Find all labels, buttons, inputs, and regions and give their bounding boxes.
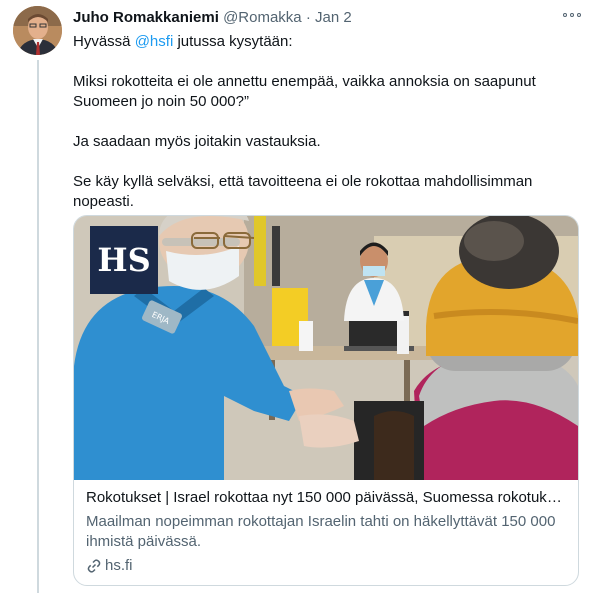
text-segment: jutussa kysytään:: [177, 33, 293, 50]
card-domain[interactable]: hs.fi: [105, 556, 133, 576]
avatar-image: [13, 6, 62, 55]
card-text[interactable]: Rokotukset | Israel rokottaa nyt 150 000…: [86, 488, 566, 576]
card-image[interactable]: ERJA HS: [74, 216, 578, 480]
handle[interactable]: @Romakka: [223, 9, 302, 26]
tweet-paragraph: Miksi rokotteita ei ole annettu enempää,…: [73, 73, 536, 110]
vaccination-photo: ERJA HS: [74, 216, 578, 480]
tweet-paragraph: Hyvässä @hsfi jutussa kysytään:: [73, 32, 578, 52]
tweet-text: Hyvässä @hsfi jutussa kysytään: Miksi ro…: [73, 32, 578, 212]
card-domain-row[interactable]: hs.fi: [86, 556, 566, 576]
separator-dot: ·: [305, 9, 311, 26]
display-name[interactable]: Juho Romakkaniemi: [73, 9, 219, 26]
tweet-paragraph: Ja saadaan myös joitakin vastauksia.: [73, 133, 321, 150]
mention-link[interactable]: @hsfi: [135, 33, 174, 50]
card-description: Maailman nopeimman rokottajan Israelin t…: [86, 513, 556, 550]
text-segment: Hyvässä: [73, 33, 131, 50]
tweet-paragraph: Se käy kyllä selväksi, että tavoitteena …: [73, 173, 533, 210]
link-icon: [87, 559, 101, 573]
card-title[interactable]: Rokotukset | Israel rokottaa nyt 150 000…: [86, 488, 566, 508]
hs-logo: HS: [97, 241, 150, 279]
thread-line: [37, 60, 39, 593]
tweet-date[interactable]: Jan 2: [315, 9, 352, 26]
more-horizontal-icon[interactable]: [563, 8, 581, 22]
link-card[interactable]: ERJA HS Rokotukset | Israel rokottaa nyt…: [73, 215, 579, 586]
tweet-header: Juho Romakkaniemi @Romakka · Jan 2: [73, 9, 576, 27]
tweet[interactable]: Juho Romakkaniemi @Romakka · Jan 2 Hyväs…: [0, 0, 592, 593]
avatar[interactable]: [13, 6, 62, 55]
